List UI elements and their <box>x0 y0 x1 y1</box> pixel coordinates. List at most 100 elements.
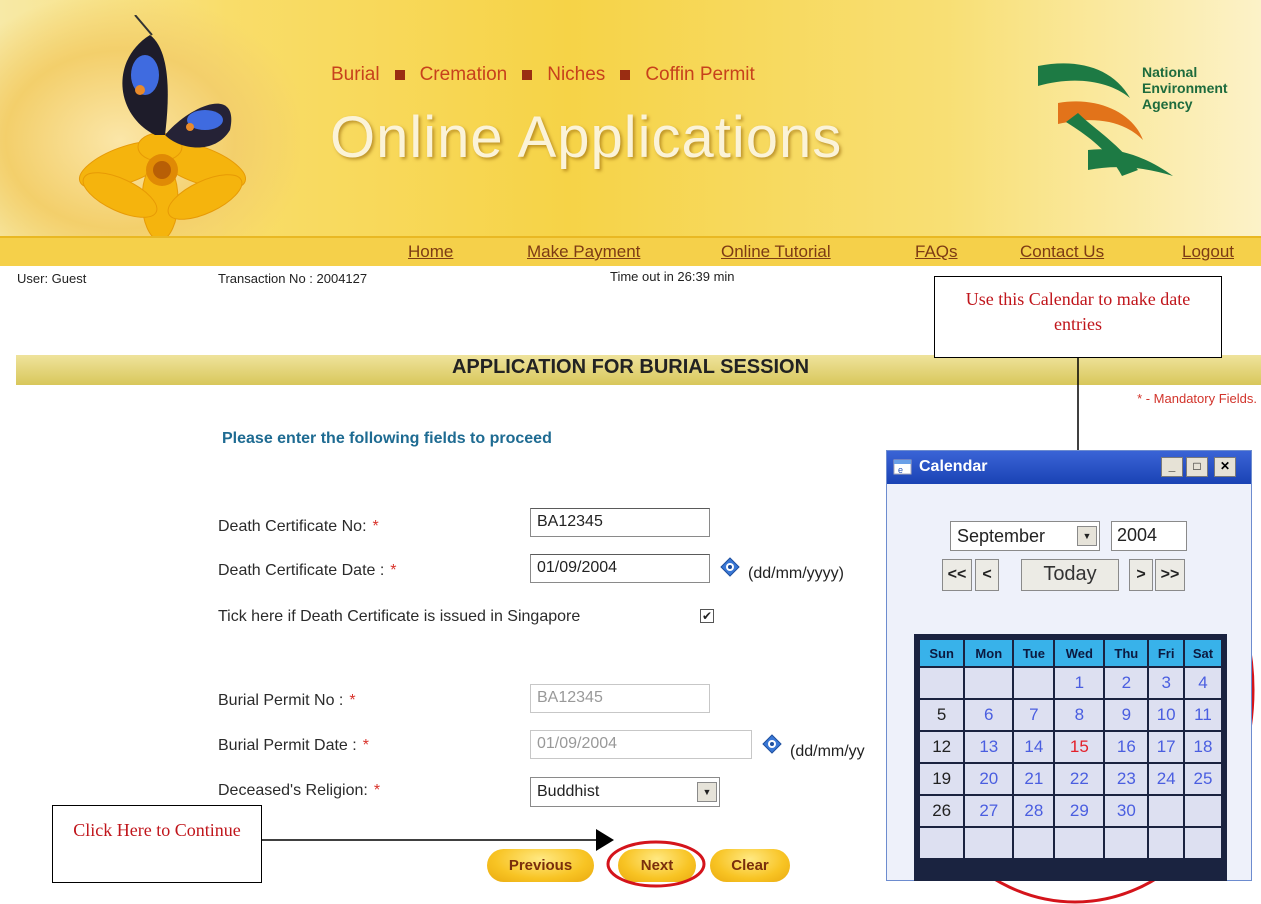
religion-label-text: Deceased's Religion: <box>218 782 368 799</box>
calendar-week-row: 19 20 21 22 23 24 25 <box>917 762 1223 796</box>
calendar-day[interactable]: 22 <box>1053 762 1106 796</box>
calendar-empty-cell <box>1012 826 1056 860</box>
next-month-button[interactable]: > <box>1129 559 1153 591</box>
calendar-empty-cell <box>917 826 966 860</box>
calendar-empty-cell <box>963 666 1015 700</box>
calendar-day[interactable]: 29 <box>1053 794 1106 828</box>
calendar-day[interactable]: 9 <box>1103 698 1150 732</box>
required-marker: * <box>373 782 381 799</box>
calendar-day[interactable]: 12 <box>917 730 966 764</box>
death-cert-no-label: Death Certificate No: * <box>218 518 379 536</box>
calendar-titlebar[interactable]: e Calendar _ □ ✕ <box>887 451 1251 484</box>
calendar-day[interactable]: 16 <box>1103 730 1150 764</box>
date-picker-icon[interactable] <box>720 557 740 577</box>
nav-faqs[interactable]: FAQs <box>915 242 958 262</box>
nav-logout[interactable]: Logout <box>1182 242 1234 262</box>
service-list: Burial Cremation Niches Coffin Permit <box>331 64 755 86</box>
calendar-day[interactable]: 20 <box>963 762 1015 796</box>
weekday-header: Fri <box>1147 638 1186 668</box>
calendar-window: e Calendar _ □ ✕ September ▼ 2004 << < T… <box>886 450 1252 881</box>
calendar-day[interactable]: 18 <box>1183 730 1223 764</box>
nav-home[interactable]: Home <box>408 242 453 262</box>
religion-select[interactable]: Buddhist ▼ <box>530 777 720 807</box>
calendar-day[interactable]: 23 <box>1103 762 1150 796</box>
calendar-day[interactable]: 26 <box>917 794 966 828</box>
burial-permit-no-label-text: Burial Permit No : <box>218 692 344 709</box>
calendar-week-row <box>917 826 1223 860</box>
calendar-day[interactable]: 19 <box>917 762 966 796</box>
chevron-down-icon[interactable]: ▼ <box>697 782 717 802</box>
prev-year-button[interactable]: << <box>942 559 972 591</box>
calendar-empty-cell <box>917 666 966 700</box>
required-marker: * <box>362 737 369 754</box>
maximize-icon[interactable]: □ <box>1186 457 1208 477</box>
prev-month-button[interactable]: < <box>975 559 999 591</box>
calendar-day[interactable]: 28 <box>1012 794 1056 828</box>
calendar-day[interactable]: 17 <box>1147 730 1186 764</box>
death-cert-date-label: Death Certificate Date : * <box>218 562 397 580</box>
nav-make-payment[interactable]: Make Payment <box>527 242 640 262</box>
weekday-header: Sun <box>917 638 966 668</box>
timeout-indicator: Time out in 26:39 min <box>610 269 735 284</box>
butterfly-flower-illustration <box>78 15 247 236</box>
burial-permit-date-input[interactable]: 01/09/2004 <box>530 730 752 759</box>
weekday-header: Tue <box>1012 638 1056 668</box>
next-year-button[interactable]: >> <box>1155 559 1185 591</box>
calendar-day[interactable]: 15 <box>1053 730 1106 764</box>
calendar-week-row: 5 6 7 8 9 10 11 <box>917 698 1223 732</box>
date-format-hint: (dd/mm/yyyy) <box>748 565 844 582</box>
date-picker-icon[interactable] <box>762 734 782 754</box>
month-selected-value: September <box>957 526 1046 546</box>
calendar-day[interactable]: 10 <box>1147 698 1186 732</box>
square-bullet-icon <box>620 70 631 80</box>
calendar-day[interactable]: 3 <box>1147 666 1186 700</box>
nav-online-tutorial[interactable]: Online Tutorial <box>721 242 831 262</box>
death-cert-no-input[interactable]: BA12345 <box>530 508 710 537</box>
main-nav: Home Make Payment Online Tutorial FAQs C… <box>0 236 1261 266</box>
page-title: APPLICATION FOR BURIAL SESSION <box>451 356 810 378</box>
calendar-day[interactable]: 25 <box>1183 762 1223 796</box>
service-coffin-permit: Coffin Permit <box>645 64 755 85</box>
calendar-day[interactable]: 24 <box>1147 762 1186 796</box>
calendar-day[interactable]: 13 <box>963 730 1015 764</box>
calendar-day[interactable]: 4 <box>1183 666 1223 700</box>
calendar-day[interactable]: 2 <box>1103 666 1150 700</box>
required-marker: * <box>349 692 356 709</box>
calendar-day[interactable]: 27 <box>963 794 1015 828</box>
today-button[interactable]: Today <box>1021 559 1119 591</box>
calendar-day[interactable]: 14 <box>1012 730 1056 764</box>
agency-line-2: Environment <box>1142 80 1228 96</box>
calendar-week-row: 26 27 28 29 30 <box>917 794 1223 828</box>
burial-permit-no-input[interactable]: BA12345 <box>530 684 710 713</box>
death-cert-date-input[interactable]: 01/09/2004 <box>530 554 710 583</box>
user-label: User: Guest <box>17 271 87 286</box>
clear-button[interactable]: Clear <box>710 849 790 882</box>
close-icon[interactable]: ✕ <box>1214 457 1236 477</box>
death-cert-date-label-text: Death Certificate Date : <box>218 562 385 579</box>
previous-button[interactable]: Previous <box>487 849 594 882</box>
calendar-day[interactable]: 11 <box>1183 698 1223 732</box>
calendar-callout: Use this Calendar to make date entries <box>934 276 1222 358</box>
calendar-day[interactable]: 1 <box>1053 666 1106 700</box>
calendar-empty-cell <box>1012 666 1056 700</box>
burial-permit-date-label: Burial Permit Date : * <box>218 737 369 755</box>
calendar-empty-cell <box>1103 826 1150 860</box>
calendar-empty-cell <box>1053 826 1106 860</box>
weekday-header: Mon <box>963 638 1015 668</box>
nav-contact-us[interactable]: Contact Us <box>1020 242 1104 262</box>
singapore-issued-checkbox[interactable]: ✔ <box>700 609 714 623</box>
minimize-icon[interactable]: _ <box>1161 457 1183 477</box>
calendar-day[interactable]: 6 <box>963 698 1015 732</box>
religion-selected-value: Buddhist <box>537 783 600 800</box>
calendar-day[interactable]: 5 <box>917 698 966 732</box>
year-input[interactable]: 2004 <box>1111 521 1187 551</box>
next-button[interactable]: Next <box>618 849 696 882</box>
burial-permit-no-label: Burial Permit No : * <box>218 692 356 710</box>
calendar-day[interactable]: 8 <box>1053 698 1106 732</box>
calendar-day[interactable]: 30 <box>1103 794 1150 828</box>
chevron-down-icon[interactable]: ▼ <box>1077 526 1097 546</box>
month-select[interactable]: September ▼ <box>950 521 1100 551</box>
header-banner: Burial Cremation Niches Coffin Permit On… <box>0 0 1261 236</box>
calendar-day[interactable]: 21 <box>1012 762 1056 796</box>
calendar-day[interactable]: 7 <box>1012 698 1056 732</box>
